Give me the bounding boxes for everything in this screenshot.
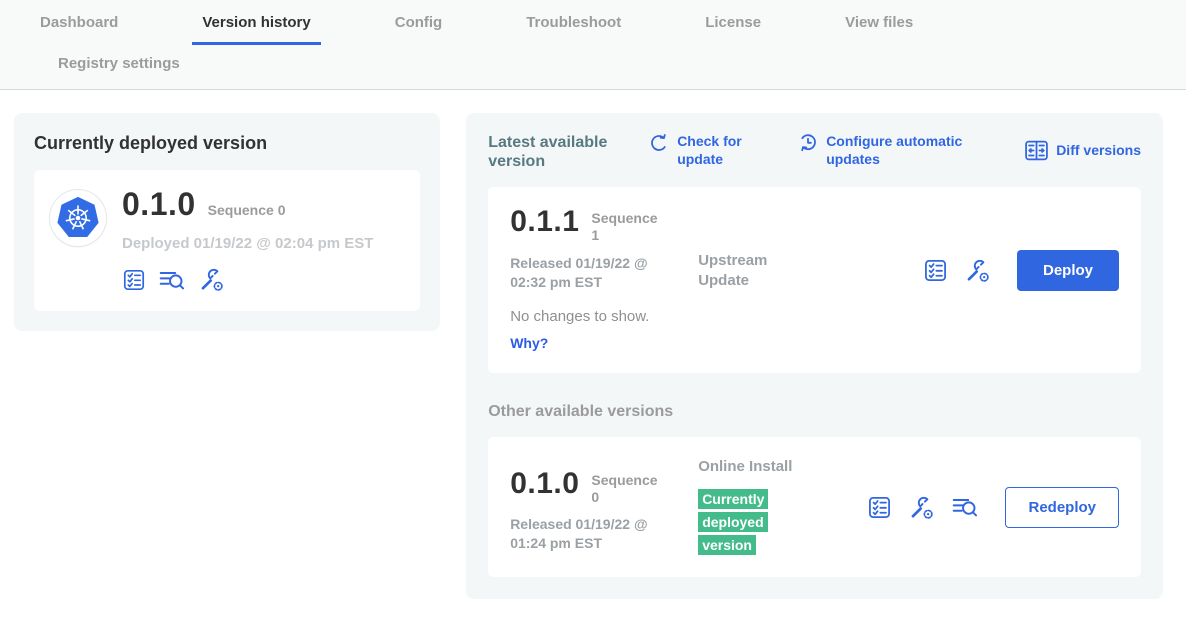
other-versions-title: Other available versions: [488, 403, 1141, 421]
other-source-column: Online Install Currently deployed versio…: [698, 457, 810, 558]
currently-deployed-card: 0.1.0 Sequence 0 Deployed 01/19/22 @ 02:…: [34, 170, 420, 311]
current-deployed-timestamp: Deployed 01/19/22 @ 02:04 pm EST: [122, 235, 373, 252]
latest-available-header: Latest available version Check for updat…: [488, 133, 1141, 171]
check-for-update-link[interactable]: Check for update: [648, 133, 757, 168]
current-version-info: 0.1.0 Sequence 0 Deployed 01/19/22 @ 02:…: [122, 186, 373, 293]
diff-icon: [1024, 138, 1049, 163]
preflight-checklist-icon[interactable]: [867, 495, 892, 520]
tab-view-files[interactable]: View files: [835, 14, 923, 45]
kubernetes-wheel-icon: [60, 200, 96, 236]
redeploy-button[interactable]: Redeploy: [1005, 487, 1119, 528]
nav-row-2: Registry settings: [0, 45, 1186, 89]
deploy-logs-icon[interactable]: [158, 267, 186, 293]
latest-version-info: 0.1.1 Sequence 1 Released 01/19/22 @ 02:…: [510, 207, 698, 291]
deploy-logs-icon[interactable]: [951, 494, 979, 520]
tab-dashboard[interactable]: Dashboard: [30, 14, 128, 45]
deploy-button[interactable]: Deploy: [1017, 250, 1119, 291]
latest-version-number: 0.1.1: [510, 207, 579, 237]
current-version-number: 0.1.0: [122, 186, 196, 223]
other-released-timestamp: Released 01/19/22 @ 01:24 pm EST: [510, 515, 672, 553]
kubernetes-logo: [50, 190, 106, 246]
currently-deployed-badge-text: Currently deployed version: [698, 489, 768, 555]
latest-released-timestamp: Released 01/19/22 @ 02:32 pm EST: [510, 254, 672, 292]
top-navbar: Dashboard Version history Config Trouble…: [0, 0, 1186, 90]
diff-versions-label: Diff versions: [1056, 142, 1141, 160]
other-version-number: 0.1.0: [510, 469, 579, 499]
other-version-card: 0.1.0 Sequence 0 Released 01/19/22 @ 01:…: [488, 437, 1141, 578]
latest-available-title: Latest available version: [488, 133, 626, 171]
preflight-checklist-icon[interactable]: [923, 258, 948, 283]
latest-sequence-label: Sequence 1: [591, 210, 661, 244]
currently-deployed-badge: Currently deployed version: [698, 488, 772, 557]
tab-config[interactable]: Config: [385, 14, 452, 45]
current-sequence-label: Sequence 0: [208, 202, 286, 218]
tab-registry-settings[interactable]: Registry settings: [48, 55, 190, 72]
check-update-icon: [648, 133, 670, 155]
kubernetes-heptagon: [55, 195, 101, 241]
latest-available-panel: Latest available version Check for updat…: [466, 113, 1163, 599]
current-version-row: 0.1.0 Sequence 0: [122, 186, 373, 223]
preflight-checklist-icon[interactable]: [122, 268, 146, 292]
auto-update-icon: [797, 133, 819, 155]
latest-version-card: 0.1.1 Sequence 1 Released 01/19/22 @ 02:…: [488, 187, 1141, 372]
main-content: Currently deployed version: [0, 90, 1186, 599]
latest-source-label: Upstream Update: [698, 251, 810, 290]
other-version-info: 0.1.0 Sequence 0 Released 01/19/22 @ 01:…: [510, 469, 698, 553]
currently-deployed-title: Currently deployed version: [34, 133, 420, 154]
nav-row-1: Dashboard Version history Config Trouble…: [0, 0, 1186, 45]
header-actions: Check for update Configure automatic upd…: [648, 133, 1141, 168]
configure-automatic-updates-label: Configure automatic updates: [826, 133, 984, 168]
no-changes-text: No changes to show.: [510, 308, 1119, 325]
other-version-actions: Redeploy: [867, 487, 1119, 528]
edit-config-icon[interactable]: [198, 266, 225, 293]
configure-automatic-updates-link[interactable]: Configure automatic updates: [797, 133, 984, 168]
why-link[interactable]: Why?: [510, 335, 548, 351]
other-sequence-label: Sequence 0: [591, 472, 661, 506]
check-for-update-label: Check for update: [677, 133, 757, 168]
tab-license[interactable]: License: [695, 14, 771, 45]
currently-deployed-panel: Currently deployed version: [14, 113, 440, 331]
current-version-actions: [122, 266, 373, 293]
diff-versions-link[interactable]: Diff versions: [1024, 133, 1141, 168]
edit-config-icon[interactable]: [908, 494, 935, 521]
tab-version-history[interactable]: Version history: [192, 14, 320, 45]
other-source-label: Online Install: [698, 457, 810, 477]
tab-troubleshoot[interactable]: Troubleshoot: [516, 14, 631, 45]
edit-config-icon[interactable]: [964, 257, 991, 284]
latest-version-actions: Deploy: [923, 250, 1119, 291]
